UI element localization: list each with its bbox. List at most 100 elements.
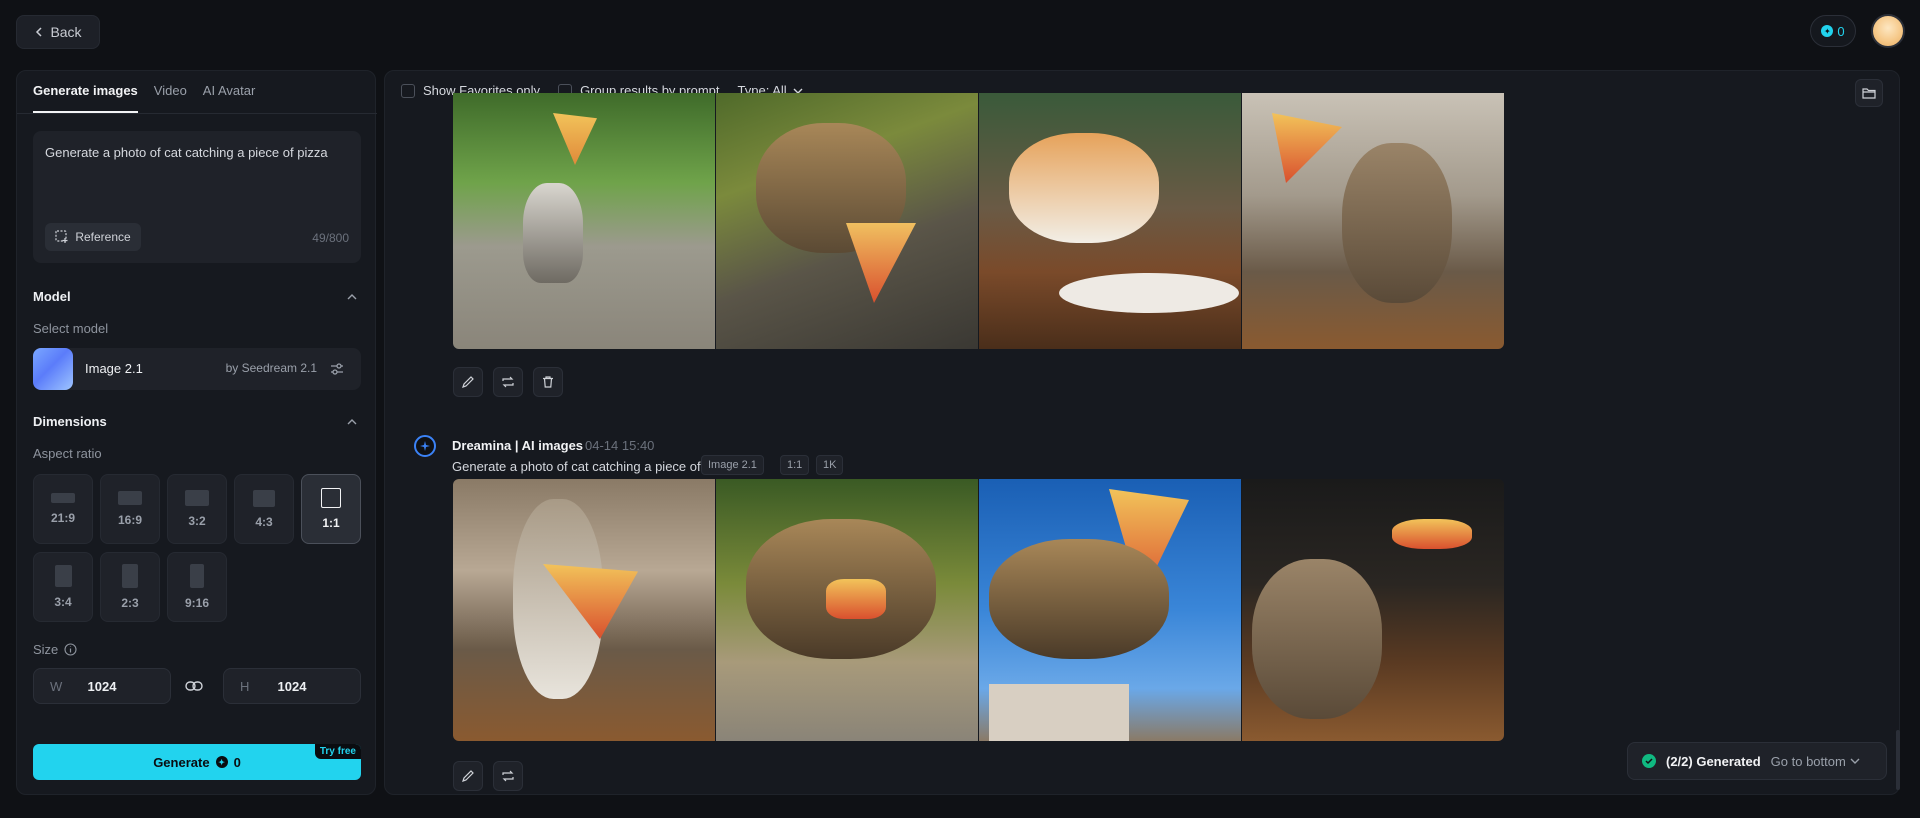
ratio-label: 16:9 — [117, 513, 143, 527]
model-section-title[interactable]: Model — [33, 289, 71, 304]
ratio-2-3[interactable]: 2:3 — [100, 552, 160, 622]
pencil-icon — [462, 770, 474, 782]
ratio-label: 2:3 — [121, 596, 139, 610]
ratio-3-4[interactable]: 3:4 — [33, 552, 93, 622]
top-bar: Back ✦ 0 — [0, 0, 1920, 62]
generated-image[interactable] — [1242, 479, 1504, 741]
generated-image[interactable] — [453, 93, 715, 349]
back-button[interactable]: Back — [16, 15, 100, 49]
dimensions-section-title[interactable]: Dimensions — [33, 414, 107, 429]
plate — [1059, 273, 1239, 313]
ratio-shape — [118, 491, 142, 505]
pizza-slice — [1272, 113, 1342, 183]
reference-button[interactable]: Reference — [45, 223, 141, 251]
dreamina-logo-icon — [414, 435, 436, 457]
width-field[interactable]: W 1024 — [33, 668, 171, 704]
size-label-row: Size — [33, 642, 77, 657]
model-tag: Image 2.1 — [701, 455, 764, 475]
ratio-label: 9:16 — [184, 596, 210, 610]
model-thumbnail — [33, 348, 73, 390]
resolution-tag: 1K — [816, 455, 844, 475]
generation-day: 04-14 — [585, 438, 619, 453]
prompt-text[interactable]: Generate a photo of cat catching a piece… — [45, 145, 328, 160]
go-to-bottom-button[interactable]: Go to bottom — [1771, 754, 1860, 769]
width-value[interactable]: 1024 — [34, 679, 170, 694]
height-field[interactable]: H 1024 — [223, 668, 361, 704]
model-selector[interactable]: Image 2.1 by Seedream 2.1 — [33, 348, 361, 390]
generate-cost: 0 — [233, 754, 241, 770]
ratio-9-16[interactable]: 9:16 — [167, 552, 227, 622]
generated-image[interactable] — [1242, 93, 1504, 349]
edit-button[interactable] — [453, 761, 483, 791]
house — [989, 684, 1129, 741]
ratio-label: 3:4 — [54, 595, 72, 609]
user-avatar[interactable] — [1871, 14, 1905, 48]
info-icon[interactable] — [64, 643, 77, 656]
select-model-label: Select model — [33, 321, 109, 336]
ratio-label: 1:1 — [322, 516, 340, 530]
generation-time: 15:40 — [621, 438, 655, 453]
height-value[interactable]: 1024 — [224, 679, 360, 694]
cat-figure — [523, 183, 583, 283]
checkbox[interactable] — [401, 83, 415, 98]
ratio-tag: 1:1 — [780, 455, 810, 475]
generated-image[interactable] — [979, 479, 1241, 741]
try-free-badge: Try free — [314, 744, 361, 759]
check-circle-icon — [1642, 754, 1656, 768]
delete-button[interactable] — [533, 367, 563, 397]
ratio-shape — [253, 489, 275, 507]
generation-status-toast: (2/2) Generated Go to bottom — [1627, 742, 1887, 780]
regenerate-button[interactable] — [493, 761, 523, 791]
tab-ai-avatar[interactable]: AI Avatar — [203, 83, 256, 110]
cat-figure — [1252, 559, 1382, 719]
generated-image[interactable] — [979, 93, 1241, 349]
chevron-up-icon[interactable] — [347, 417, 357, 427]
chevron-up-icon[interactable] — [347, 292, 357, 302]
credit-icon: ✦ — [215, 756, 228, 768]
sliders-icon[interactable] — [329, 361, 345, 377]
trash-icon — [543, 376, 553, 388]
edit-button[interactable] — [453, 367, 483, 397]
size-label: Size — [33, 642, 59, 657]
cat-figure — [1342, 143, 1452, 303]
generate-button[interactable]: Generate ✦ 0 Try free — [33, 744, 361, 780]
prompt-input[interactable]: Generate a photo of cat catching a piece… — [33, 131, 361, 263]
model-provider: by Seedream 2.1 — [225, 361, 317, 375]
cat-figure — [989, 539, 1169, 659]
go-to-bottom-label: Go to bottom — [1770, 753, 1846, 769]
repeat-icon — [502, 376, 514, 388]
reference-label: Reference — [75, 230, 131, 244]
ratio-shape — [54, 565, 72, 587]
ratio-shape — [122, 564, 138, 588]
pizza-slice — [553, 113, 597, 165]
ratio-21-9[interactable]: 21:9 — [33, 474, 93, 544]
pizza-slice — [1392, 519, 1472, 549]
link-icon[interactable] — [185, 679, 203, 693]
ratio-shape — [190, 564, 204, 588]
folder-icon — [1862, 88, 1876, 99]
generation-author: Dreamina | AI images — [452, 438, 584, 453]
generation-date: 04-14 15:40 — [585, 438, 654, 453]
folder-button[interactable] — [1855, 79, 1883, 107]
generated-image[interactable] — [716, 479, 978, 741]
back-label: Back — [50, 24, 82, 40]
ratio-3-2[interactable]: 3:2 — [167, 474, 227, 544]
model-name: Image 2.1 — [85, 361, 143, 376]
tab-generate-images[interactable]: Generate images — [33, 83, 138, 110]
ratio-shape — [185, 490, 209, 506]
credits-badge[interactable]: ✦ 0 — [1810, 15, 1856, 47]
tab-video[interactable]: Video — [154, 83, 187, 110]
ratio-label: 3:2 — [188, 514, 206, 528]
ratio-16-9[interactable]: 16:9 — [100, 474, 160, 544]
chevron-down-icon — [1850, 758, 1860, 764]
scrollbar-thumb[interactable] — [1896, 730, 1900, 790]
ratio-1-1[interactable]: 1:1 — [301, 474, 361, 544]
regenerate-button[interactable] — [493, 367, 523, 397]
generated-image[interactable] — [716, 93, 978, 349]
generated-image[interactable] — [453, 479, 715, 741]
credits-count: 0 — [1837, 23, 1845, 39]
left-panel: Generate images Video AI Avatar Generate… — [16, 70, 377, 795]
active-tab-indicator — [33, 111, 138, 113]
char-count: 49/800 — [312, 231, 349, 245]
ratio-4-3[interactable]: 4:3 — [234, 474, 294, 544]
